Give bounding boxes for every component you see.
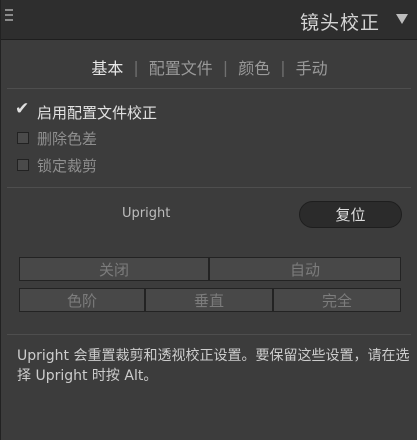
tab-color[interactable]: 颜色 bbox=[228, 55, 280, 79]
panel-title: 镜头校正 bbox=[299, 12, 380, 34]
upright-vertical-button[interactable]: 垂直 bbox=[145, 288, 273, 312]
upright-full-button[interactable]: 完全 bbox=[273, 288, 401, 312]
tab-basic[interactable]: 基本 bbox=[81, 55, 133, 79]
tab-profile[interactable]: 配置文件 bbox=[139, 55, 223, 79]
checkbox-box[interactable] bbox=[17, 159, 29, 171]
checkmark-icon[interactable] bbox=[15, 99, 29, 119]
checkbox-label: 删除色差 bbox=[37, 129, 98, 148]
divider bbox=[7, 187, 411, 188]
checkbox-box[interactable] bbox=[17, 132, 29, 144]
tab-bar: 基本 | 配置文件 | 颜色 | 手动 bbox=[1, 52, 417, 82]
upright-description: Upright 会重置裁剪和透视校正设置。要保留这些设置，请在选择 Uprigh… bbox=[17, 348, 410, 384]
constrain-crop-checkbox[interactable]: 锁定裁剪 bbox=[17, 154, 97, 176]
checkbox-label: 锁定裁剪 bbox=[37, 156, 98, 175]
upright-level-button[interactable]: 色阶 bbox=[19, 288, 145, 312]
upright-auto-button[interactable]: 自动 bbox=[209, 257, 401, 281]
checkbox-label: 启用配置文件校正 bbox=[37, 103, 158, 122]
remove-chromatic-aberration-checkbox[interactable]: 删除色差 bbox=[17, 127, 97, 149]
collapse-triangle-icon[interactable] bbox=[396, 14, 408, 24]
divider bbox=[7, 88, 411, 89]
tab-manual[interactable]: 手动 bbox=[286, 55, 338, 79]
upright-off-button[interactable]: 关闭 bbox=[19, 257, 209, 281]
reset-button[interactable]: 复位 bbox=[299, 201, 402, 228]
upright-label: Upright bbox=[122, 206, 171, 221]
divider bbox=[7, 334, 411, 335]
panel-grip-icon[interactable] bbox=[5, 9, 15, 27]
panel-header[interactable]: 镜头校正 bbox=[1, 0, 417, 40]
lens-correction-panel: 镜头校正 基本 | 配置文件 | 颜色 | 手动 启用配置文件校正 删除色差 锁… bbox=[0, 0, 417, 440]
enable-profile-correction-checkbox[interactable]: 启用配置文件校正 bbox=[15, 99, 158, 123]
